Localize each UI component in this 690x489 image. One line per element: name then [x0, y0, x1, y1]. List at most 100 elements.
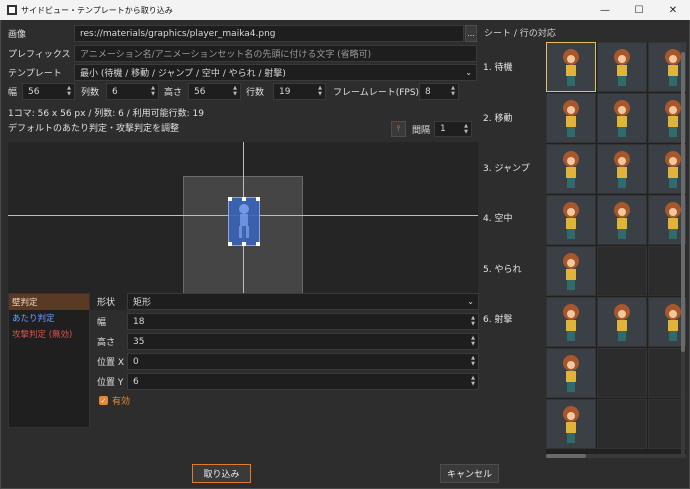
chevron-down-icon: ⌄ [467, 297, 474, 306]
list-item-label: 壁判定 [12, 298, 38, 308]
prop-width-stepper[interactable]: 18 ▲ ▼ [127, 313, 479, 330]
prop-height-stepper[interactable]: 35 ▲ ▼ [127, 333, 479, 350]
maximize-button[interactable]: ☐ [622, 0, 656, 20]
sprite-frame[interactable] [546, 399, 596, 449]
cancel-button[interactable]: キャンセル [440, 464, 499, 483]
title-bar: サイドビュー・テンプレートから取り込み — ☐ ✕ [0, 0, 690, 20]
sprite-frame[interactable] [546, 144, 596, 194]
prop-height-value: 35 [133, 336, 145, 347]
row-label-damage: 5. やられ [483, 265, 522, 275]
height-value: 56 [194, 86, 206, 97]
sprite-frame[interactable] [597, 42, 647, 92]
scroll-thumb[interactable] [546, 454, 586, 458]
resize-handle[interactable] [228, 242, 232, 246]
character-sprite-icon [563, 202, 579, 239]
list-item-label: あたり判定 [12, 314, 55, 324]
prop-posy-stepper[interactable]: 6 ▲ ▼ [127, 373, 479, 390]
spin-arrows-icon[interactable]: ▲ ▼ [66, 85, 72, 98]
spin-arrows-icon[interactable]: ▲ ▼ [470, 335, 476, 348]
hitbox-preview-canvas[interactable] [8, 142, 478, 310]
interval-stepper[interactable]: 1 ▲ ▼ [434, 121, 472, 137]
sprite-frame[interactable] [546, 42, 596, 92]
resize-handle[interactable] [228, 197, 232, 201]
prop-posx-value: 0 [133, 356, 139, 367]
sprite-frame[interactable] [546, 93, 596, 143]
enabled-checkbox[interactable]: ✓ [99, 396, 108, 405]
empty-frame[interactable] [597, 246, 647, 296]
vertical-scrollbar[interactable] [681, 42, 685, 454]
resize-handle[interactable] [256, 197, 260, 201]
sprite-frame[interactable] [597, 297, 647, 347]
height-stepper[interactable]: 56 ▲ ▼ [188, 83, 241, 100]
sprite-frame[interactable] [546, 297, 596, 347]
fps-label: フレームレート(FPS) [333, 88, 420, 98]
sheet-mapping-header: シート / 行の対応 [484, 29, 556, 39]
sprite-frame[interactable] [546, 348, 596, 398]
prop-height-label: 高さ [97, 338, 116, 348]
character-sprite-icon [614, 202, 630, 239]
shape-label: 形状 [97, 298, 116, 308]
character-sprite-icon [563, 151, 579, 188]
spin-arrows-icon[interactable]: ▲ ▼ [463, 123, 469, 136]
browse-button[interactable]: ... [465, 25, 477, 42]
sprite-frame[interactable] [597, 93, 647, 143]
spin-arrows-icon[interactable]: ▲ ▼ [450, 85, 456, 98]
sprite-frame[interactable] [546, 246, 596, 296]
character-sprite-icon [614, 49, 630, 86]
close-button[interactable]: ✕ [656, 0, 690, 20]
sprite-frame[interactable] [597, 195, 647, 245]
resize-handle[interactable] [242, 242, 246, 246]
scroll-thumb[interactable] [681, 52, 685, 352]
resize-handle[interactable] [256, 242, 260, 246]
character-sprite-icon [563, 304, 579, 341]
list-item-hit[interactable]: あたり判定 [9, 310, 89, 326]
prop-posx-label: 位置 X [97, 358, 125, 368]
fps-value: 8 [425, 86, 431, 97]
row-label-idle: 1. 待機 [483, 63, 513, 73]
prop-posy-value: 6 [133, 376, 139, 387]
fps-stepper[interactable]: 8 ▲ ▼ [419, 83, 459, 100]
prefix-input[interactable]: アニメーション名/アニメーションセット名の先頭に付ける文字 (省略可) [74, 45, 477, 62]
sprite-sheet-grid[interactable] [546, 42, 686, 454]
character-sprite-icon [614, 151, 630, 188]
prop-posx-stepper[interactable]: 0 ▲ ▼ [127, 353, 479, 370]
spin-arrows-icon[interactable]: ▲ ▼ [470, 375, 476, 388]
template-label: テンプレート [8, 69, 62, 79]
spin-arrows-icon[interactable]: ▲ ▼ [470, 315, 476, 328]
horizontal-scrollbar[interactable] [546, 454, 686, 458]
frame-info-text: 1コマ: 56 x 56 px / 列数: 6 / 利用可能行数: 19 [8, 109, 204, 119]
empty-frame[interactable] [597, 348, 647, 398]
template-dropdown[interactable]: 最小 (待機 / 移動 / ジャンプ / 空中 / やられ / 射撃) ⌄ [74, 64, 477, 81]
row-label-move: 2. 移動 [483, 114, 513, 124]
list-item-attack[interactable]: 攻撃判定 (無効) [9, 326, 89, 342]
resize-handle[interactable] [242, 197, 246, 201]
sprite-frame[interactable] [597, 144, 647, 194]
character-sprite-icon [614, 100, 630, 137]
prop-posy-label: 位置 Y [97, 378, 124, 388]
app-icon [7, 5, 17, 15]
spin-arrows-icon[interactable]: ▲ ▼ [317, 85, 323, 98]
character-sprite-icon [563, 406, 579, 443]
sprite-frame[interactable] [546, 195, 596, 245]
row-label-jump: 3. ジャンプ [483, 164, 530, 174]
spin-arrows-icon[interactable]: ▲ ▼ [150, 85, 156, 98]
character-sprite-icon [563, 49, 579, 86]
shape-dropdown[interactable]: 矩形 ⌄ [127, 293, 479, 310]
spin-arrows-icon[interactable]: ▲ ▼ [232, 85, 238, 98]
cols-stepper[interactable]: 6 ▲ ▼ [106, 83, 159, 100]
interval-label: 間隔 [412, 125, 431, 136]
empty-frame[interactable] [597, 399, 647, 449]
dialog-body: 画像 res://materials/graphics/player_maika… [0, 20, 690, 489]
character-sprite-icon [563, 355, 579, 392]
image-path-field[interactable]: res://materials/graphics/player_maika4.p… [74, 25, 464, 42]
interval-toggle-icon[interactable]: ⫯ [391, 121, 406, 137]
list-item-wall[interactable]: 壁判定 [9, 294, 89, 310]
rows-stepper[interactable]: 19 ▲ ▼ [273, 83, 326, 100]
rows-label: 行数 [246, 88, 265, 98]
prefix-label: プレフィックス [8, 50, 71, 60]
cols-label: 列数 [81, 88, 100, 98]
import-button[interactable]: 取り込み [192, 464, 251, 483]
spin-arrows-icon[interactable]: ▲ ▼ [470, 355, 476, 368]
minimize-button[interactable]: — [588, 0, 622, 20]
width-stepper[interactable]: 56 ▲ ▼ [22, 83, 75, 100]
